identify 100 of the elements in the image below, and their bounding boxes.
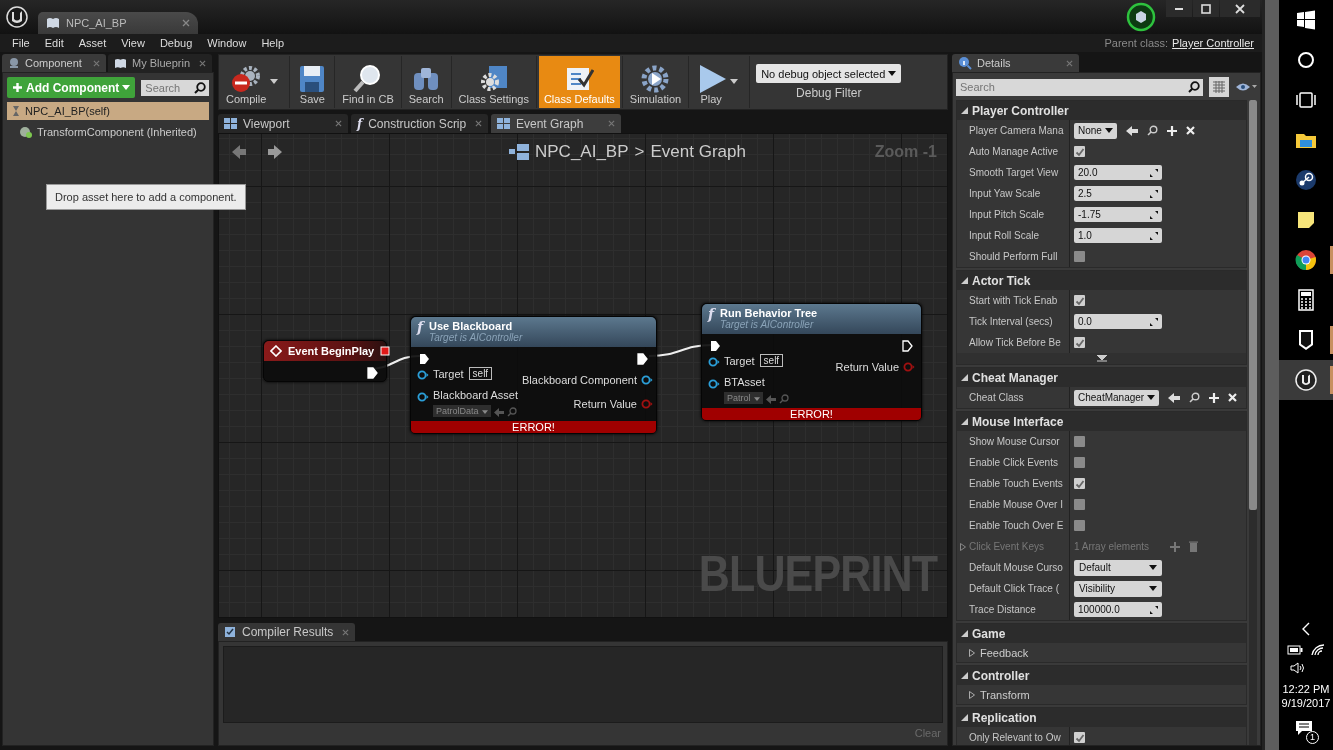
- close-button[interactable]: [1220, 0, 1260, 17]
- document-tab[interactable]: NPC_AI_BP: [38, 12, 198, 34]
- graph-tab[interactable]: f Construction Scrip: [351, 114, 488, 133]
- panel-tab[interactable]: My Blueprin: [108, 54, 212, 72]
- clock-time[interactable]: 12:22 PM: [1282, 682, 1330, 696]
- data-pin-icon[interactable]: [640, 375, 653, 385]
- drag-handle-icon[interactable]: [1150, 189, 1158, 198]
- close-icon[interactable]: [1066, 59, 1073, 67]
- toolbar-button[interactable]: Play: [691, 56, 748, 108]
- scrollbar[interactable]: [1249, 100, 1257, 745]
- checkbox[interactable]: [1074, 457, 1085, 468]
- class-dropdown[interactable]: None: [1074, 122, 1117, 139]
- menu-item[interactable]: Window: [207, 37, 247, 49]
- checkbox[interactable]: [1074, 732, 1085, 743]
- checkbox[interactable]: [1074, 499, 1085, 510]
- exec-pin-icon[interactable]: [419, 353, 430, 365]
- section-header[interactable]: Game: [957, 624, 1246, 643]
- graph-node[interactable]: Event BeginPlay: [263, 340, 387, 382]
- trash-icon[interactable]: [1189, 541, 1199, 552]
- toolbar-button[interactable]: Simulation: [624, 56, 687, 108]
- view-options-button[interactable]: [1209, 77, 1229, 97]
- close-icon[interactable]: [475, 120, 482, 127]
- close-icon[interactable]: [199, 59, 206, 67]
- component-item[interactable]: TransformComponent (Inherited): [7, 123, 209, 141]
- menu-item[interactable]: View: [121, 37, 145, 49]
- toolbar-button[interactable]: Class Settings: [453, 56, 534, 108]
- asset-dropdown[interactable]: Patrol: [724, 391, 763, 404]
- data-pin-icon[interactable]: [708, 357, 720, 367]
- graph-tab[interactable]: Event Graph: [491, 114, 621, 133]
- number-field[interactable]: 100000.0: [1074, 602, 1162, 617]
- search-field[interactable]: Search: [141, 79, 209, 96]
- exec-pin-icon[interactable]: [637, 353, 648, 365]
- drag-handle-icon[interactable]: [1150, 168, 1158, 177]
- checkbox[interactable]: [1074, 146, 1085, 157]
- collapsed-triangle-icon[interactable]: [969, 648, 975, 657]
- menu-item[interactable]: Debug: [159, 37, 193, 49]
- dropdown[interactable]: Visibility: [1074, 580, 1162, 597]
- debug-object-dropdown[interactable]: No debug object selected: [756, 64, 902, 83]
- close-icon[interactable]: [335, 120, 342, 127]
- menu-item[interactable]: Asset: [78, 37, 107, 49]
- dropdown[interactable]: Default: [1074, 559, 1162, 576]
- number-field[interactable]: 2.5: [1074, 186, 1162, 201]
- component-item[interactable]: NPC_AI_BP(self): [7, 102, 209, 120]
- eye-icon[interactable]: [1235, 82, 1257, 92]
- maximize-button[interactable]: [1193, 0, 1219, 17]
- battery-icon[interactable]: [1287, 645, 1303, 655]
- category-label[interactable]: Transform: [980, 688, 1030, 701]
- number-field[interactable]: 1.0: [1074, 228, 1162, 243]
- drag-handle-icon[interactable]: [1150, 210, 1158, 219]
- toolbar-button[interactable]: Find in CB: [337, 56, 399, 108]
- minimize-button[interactable]: [1166, 0, 1192, 17]
- exec-pin-icon[interactable]: [902, 340, 913, 352]
- close-icon[interactable]: [182, 19, 190, 27]
- status-icon[interactable]: [1126, 2, 1156, 32]
- close-icon[interactable]: [93, 59, 100, 67]
- panel-tab[interactable]: Component: [2, 54, 106, 72]
- section-header[interactable]: Replication: [957, 708, 1246, 727]
- checkbox[interactable]: [1074, 251, 1085, 262]
- collapsed-triangle-icon[interactable]: [969, 690, 975, 699]
- toolbar-button[interactable]: Save: [292, 56, 333, 108]
- checkbox[interactable]: [1074, 520, 1085, 531]
- delegate-pin-icon[interactable]: [380, 346, 391, 356]
- menu-item[interactable]: Edit: [44, 37, 64, 49]
- close-icon[interactable]: [342, 628, 349, 636]
- graph-tab[interactable]: Viewport: [218, 114, 348, 133]
- asset-dropdown[interactable]: PatrolData: [433, 404, 491, 417]
- section-header[interactable]: Player Controller: [957, 101, 1246, 120]
- data-pin-icon[interactable]: [417, 370, 429, 380]
- chevron-icon[interactable]: [1301, 622, 1311, 636]
- section-header[interactable]: Cheat Manager: [957, 368, 1246, 387]
- toolbar-button[interactable]: Compile: [221, 56, 288, 108]
- back-arrow-icon[interactable]: [231, 144, 247, 160]
- search-field[interactable]: Search: [956, 78, 1203, 96]
- breadcrumb-graph[interactable]: Event Graph: [650, 142, 746, 162]
- notification-button[interactable]: 1: [1293, 718, 1319, 744]
- data-pin-icon[interactable]: [708, 379, 720, 389]
- breadcrumb-blueprint[interactable]: NPC_AI_BP: [535, 142, 629, 162]
- arrow-left-icon[interactable]: [1125, 125, 1138, 136]
- clear-icon[interactable]: [1185, 126, 1195, 135]
- category-label[interactable]: Feedback: [980, 646, 1029, 659]
- wifi-icon[interactable]: [1311, 644, 1325, 656]
- parent-class-link[interactable]: Player Controller: [1172, 37, 1254, 49]
- taskbar-app[interactable]: [1279, 360, 1333, 400]
- forward-arrow-icon[interactable]: [267, 144, 283, 160]
- number-field[interactable]: -1.75: [1074, 207, 1162, 222]
- collapsed-triangle-icon[interactable]: [960, 542, 966, 551]
- clear-icon[interactable]: [1228, 393, 1238, 402]
- section-header[interactable]: Controller: [957, 666, 1246, 685]
- checkbox[interactable]: [1074, 337, 1085, 348]
- volume-icon[interactable]: [1290, 662, 1306, 674]
- checkbox[interactable]: [1074, 478, 1085, 489]
- toolbar-button[interactable]: Search: [403, 56, 449, 108]
- menu-item[interactable]: File: [12, 37, 30, 49]
- number-field[interactable]: 0.0: [1074, 314, 1162, 329]
- search-icon[interactable]: [1146, 125, 1158, 136]
- exec-pin-icon[interactable]: [367, 367, 378, 379]
- drag-handle-icon[interactable]: [1150, 317, 1158, 326]
- exec-pin-icon[interactable]: [710, 340, 721, 352]
- panel-tab[interactable]: Details: [952, 54, 1079, 72]
- number-field[interactable]: 20.0: [1074, 165, 1162, 180]
